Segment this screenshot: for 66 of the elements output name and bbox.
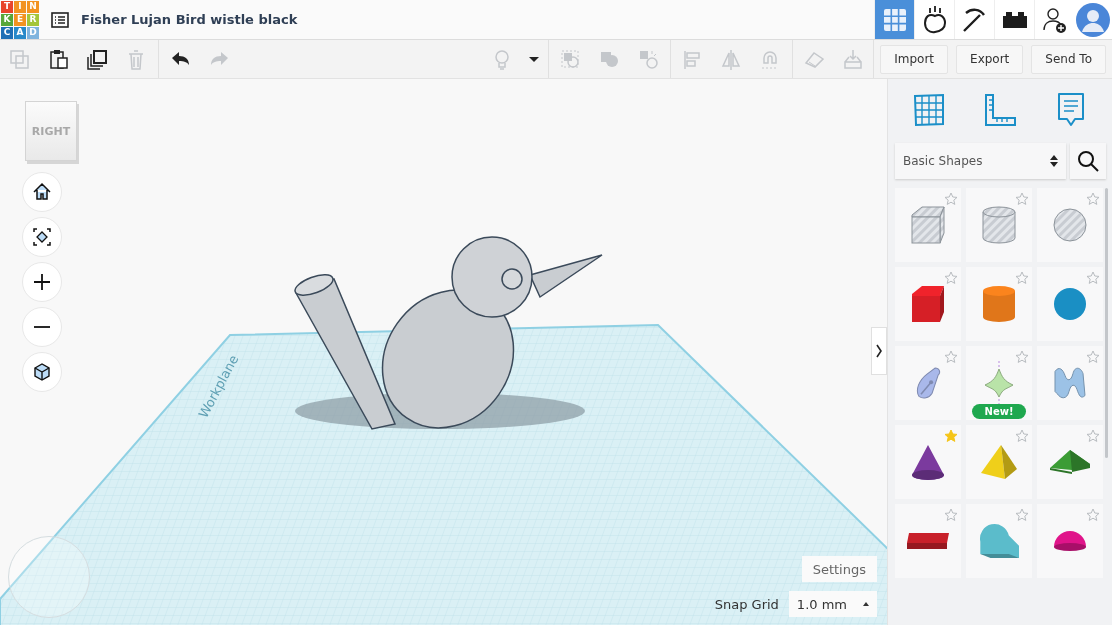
shape-tile[interactable] bbox=[1037, 188, 1103, 262]
design-list-icon[interactable] bbox=[49, 9, 71, 30]
design-title[interactable]: Fisher Lujan Bird wistle black bbox=[81, 12, 298, 27]
star-icon[interactable] bbox=[1086, 507, 1100, 521]
star-icon[interactable] bbox=[1015, 507, 1029, 521]
shape-tile[interactable] bbox=[895, 267, 961, 341]
shape-tile[interactable] bbox=[895, 504, 961, 578]
logo-letter: N bbox=[27, 0, 39, 13]
zoom-out-icon[interactable] bbox=[22, 307, 62, 347]
sort-icon bbox=[1050, 155, 1058, 167]
settings-button[interactable]: Settings bbox=[801, 556, 877, 582]
shape-tile[interactable] bbox=[966, 267, 1032, 341]
star-icon[interactable] bbox=[1086, 191, 1100, 205]
shape-tile[interactable] bbox=[1037, 425, 1103, 499]
star-icon[interactable] bbox=[1015, 191, 1029, 205]
filled-star-icon[interactable] bbox=[944, 428, 958, 442]
shape-tile[interactable] bbox=[1037, 346, 1103, 420]
shape-tile[interactable] bbox=[895, 188, 961, 262]
star-icon[interactable] bbox=[944, 349, 958, 363]
shape-tile[interactable] bbox=[966, 188, 1032, 262]
shape-tile[interactable] bbox=[895, 425, 961, 499]
export-button[interactable]: Export bbox=[956, 44, 1024, 74]
shape-tile[interactable] bbox=[966, 504, 1032, 578]
zoom-in-icon[interactable] bbox=[22, 262, 62, 302]
shape-tile[interactable] bbox=[1037, 267, 1103, 341]
home-icon[interactable] bbox=[22, 172, 62, 212]
star-icon[interactable] bbox=[944, 507, 958, 521]
import-button[interactable]: Import bbox=[880, 44, 949, 74]
new-badge: New! bbox=[972, 404, 1026, 419]
chevron-icon bbox=[875, 343, 883, 359]
add-user-icon[interactable] bbox=[1034, 0, 1074, 39]
star-icon[interactable] bbox=[944, 191, 958, 205]
star-icon[interactable] bbox=[944, 270, 958, 284]
shape-tile[interactable] bbox=[1037, 504, 1103, 578]
logo-letter: T bbox=[1, 0, 13, 13]
cube-icon[interactable] bbox=[22, 352, 62, 392]
orbit-control[interactable] bbox=[8, 536, 90, 618]
pickaxe-icon[interactable] bbox=[954, 0, 994, 39]
avatar[interactable] bbox=[1074, 0, 1112, 39]
scrollbar[interactable] bbox=[1105, 188, 1108, 458]
send-to-button[interactable]: Send To bbox=[1031, 44, 1106, 74]
fit-view-icon[interactable] bbox=[22, 217, 62, 257]
logo-letter: A bbox=[14, 26, 26, 39]
logo-letter: K bbox=[1, 13, 13, 26]
brick-icon[interactable] bbox=[994, 0, 1034, 39]
caret-icon bbox=[863, 602, 869, 606]
star-icon[interactable] bbox=[1015, 428, 1029, 442]
shape-tile[interactable] bbox=[895, 346, 961, 420]
search-icon[interactable] bbox=[1070, 143, 1106, 179]
star-icon[interactable] bbox=[1086, 270, 1100, 284]
star-icon[interactable] bbox=[1015, 270, 1029, 284]
logo-letter: C bbox=[1, 26, 13, 39]
snap-grid-select[interactable]: 1.0 mm bbox=[788, 591, 877, 617]
collapse-panel-button[interactable] bbox=[871, 327, 887, 375]
star-icon[interactable] bbox=[1015, 349, 1029, 363]
shape-tile[interactable] bbox=[966, 425, 1032, 499]
star-icon[interactable] bbox=[1086, 428, 1100, 442]
logo-letter: I bbox=[14, 0, 26, 13]
logo-letter: R bbox=[27, 13, 39, 26]
apple-icon[interactable] bbox=[914, 0, 954, 39]
logo[interactable]: T I N K E R C A D bbox=[1, 0, 39, 39]
category-select[interactable]: Basic Shapes bbox=[895, 143, 1066, 179]
snap-grid-label: Snap Grid bbox=[714, 596, 779, 612]
logo-letter: E bbox=[14, 13, 26, 26]
logo-letter: D bbox=[27, 26, 39, 39]
star-icon[interactable] bbox=[1086, 349, 1100, 363]
